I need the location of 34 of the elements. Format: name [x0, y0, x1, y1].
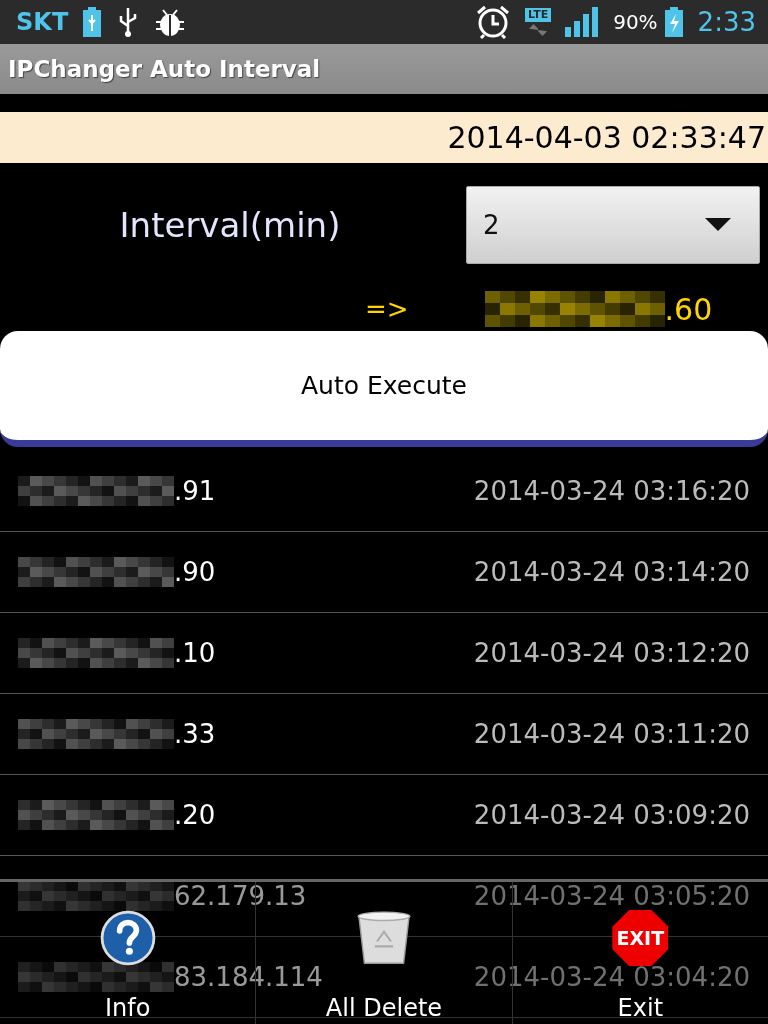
- help-icon[interactable]: [99, 910, 156, 966]
- signal-icon: [565, 7, 600, 37]
- timestamp: 2014-03-24 03:14:20: [473, 557, 750, 587]
- clock: 2:33: [697, 7, 756, 37]
- auto-execute-button[interactable]: Auto Execute: [0, 331, 768, 447]
- current-time: 2014-04-03 02:33:47: [447, 120, 766, 155]
- caret-icon: [705, 218, 731, 232]
- ip-address: 83.184.114: [174, 962, 323, 992]
- exit-sign-icon[interactable]: EXIT: [612, 910, 669, 966]
- menu-item[interactable]: Info: [104, 994, 151, 1022]
- ip-address: .10: [174, 638, 216, 668]
- ip-address: .90: [174, 557, 216, 587]
- ip-address: .60: [664, 291, 713, 327]
- interval-label: Interval(min): [118, 205, 342, 245]
- interval-dropdown[interactable]: 2: [466, 186, 760, 264]
- timestamp: 2014-03-24 03:05:20: [473, 881, 750, 911]
- ip-address: .91: [174, 476, 216, 506]
- timestamp: 2014-03-24 03:11:20: [473, 719, 750, 749]
- usb-battery-icon: [82, 6, 103, 38]
- window-title: IPChanger Auto Interval: [8, 56, 321, 82]
- timestamp: 2014-03-24 03:12:20: [473, 638, 750, 668]
- ip-address: .20: [174, 800, 216, 830]
- battery-percent: 90%: [613, 10, 658, 34]
- carrier-label: SKT: [16, 8, 69, 36]
- battery-charging-icon: [663, 6, 684, 38]
- ip-address: 62.179.13: [174, 881, 307, 911]
- recycle-bin-icon[interactable]: [356, 910, 412, 966]
- alarm-clock-icon: [474, 5, 511, 39]
- timestamp: 2014-03-24 03:16:20: [473, 476, 750, 506]
- menu-item[interactable]: All Delete: [325, 994, 443, 1022]
- timestamp: 2014-03-24 03:09:20: [473, 800, 750, 830]
- ip-address: .33: [174, 719, 216, 749]
- menu-item[interactable]: Exit: [617, 994, 664, 1022]
- result-arrow: =>: [365, 294, 409, 324]
